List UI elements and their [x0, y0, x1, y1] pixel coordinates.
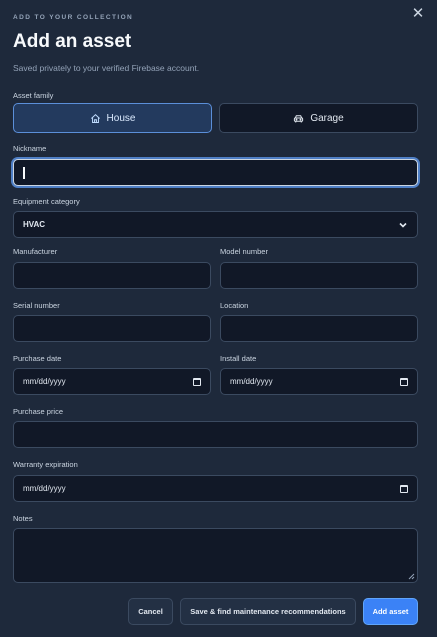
- model-number-input[interactable]: [220, 262, 418, 289]
- model-number-label: Model number: [220, 247, 268, 256]
- purchase-date-placeholder: mm/dd/yyyy: [23, 377, 66, 386]
- cancel-button[interactable]: Cancel: [128, 598, 173, 625]
- asset-family-label: Asset family: [13, 91, 54, 100]
- equipment-category-select[interactable]: HVAC: [13, 211, 418, 238]
- notes-textarea[interactable]: [13, 528, 418, 583]
- calendar-icon[interactable]: [400, 484, 408, 493]
- notes-label: Notes: [13, 514, 33, 523]
- dialog-title: Add an asset: [13, 31, 132, 52]
- car-icon: [294, 114, 304, 122]
- location-input[interactable]: [220, 315, 418, 342]
- install-date-placeholder: mm/dd/yyyy: [230, 377, 273, 386]
- install-date-input[interactable]: mm/dd/yyyy: [220, 368, 418, 395]
- garage-label: Garage: [310, 112, 344, 124]
- equipment-category-value: HVAC: [23, 220, 46, 229]
- save-find-recommendations-button[interactable]: Save & find maintenance recommendations: [180, 598, 356, 625]
- dialog-subtitle: Saved privately to your verified Firebas…: [13, 63, 200, 73]
- text-caret: [23, 166, 25, 179]
- resize-grip-icon[interactable]: [407, 572, 415, 580]
- add-asset-dialog: ✕ ADD TO YOUR COLLECTION Add an asset Sa…: [0, 0, 437, 637]
- warranty-expiration-label: Warranty expiration: [13, 460, 78, 469]
- purchase-date-input[interactable]: mm/dd/yyyy: [13, 368, 211, 395]
- serial-number-label: Serial number: [13, 301, 60, 310]
- add-asset-button[interactable]: Add asset: [363, 598, 418, 625]
- manufacturer-input[interactable]: [13, 262, 211, 289]
- house-icon: [90, 113, 100, 123]
- dialog-eyebrow: ADD TO YOUR COLLECTION: [13, 14, 134, 21]
- nickname-input[interactable]: [13, 159, 418, 186]
- purchase-price-input[interactable]: [13, 421, 418, 448]
- purchase-date-label: Purchase date: [13, 354, 62, 363]
- manufacturer-label: Manufacturer: [13, 247, 58, 256]
- equipment-category-label: Equipment category: [13, 197, 80, 206]
- calendar-icon[interactable]: [400, 377, 408, 386]
- warranty-expiration-placeholder: mm/dd/yyyy: [23, 484, 66, 493]
- serial-number-input[interactable]: [13, 315, 211, 342]
- asset-family-garage-button[interactable]: Garage: [219, 103, 418, 133]
- close-icon[interactable]: ✕: [410, 6, 426, 22]
- chevron-down-icon: [399, 222, 407, 228]
- install-date-label: Install date: [220, 354, 257, 363]
- warranty-expiration-input[interactable]: mm/dd/yyyy: [13, 475, 418, 502]
- house-label: House: [106, 112, 136, 124]
- asset-family-house-button[interactable]: House: [13, 103, 212, 133]
- location-label: Location: [220, 301, 249, 310]
- nickname-label: Nickname: [13, 144, 47, 153]
- purchase-price-label: Purchase price: [13, 407, 64, 416]
- calendar-icon[interactable]: [193, 377, 201, 386]
